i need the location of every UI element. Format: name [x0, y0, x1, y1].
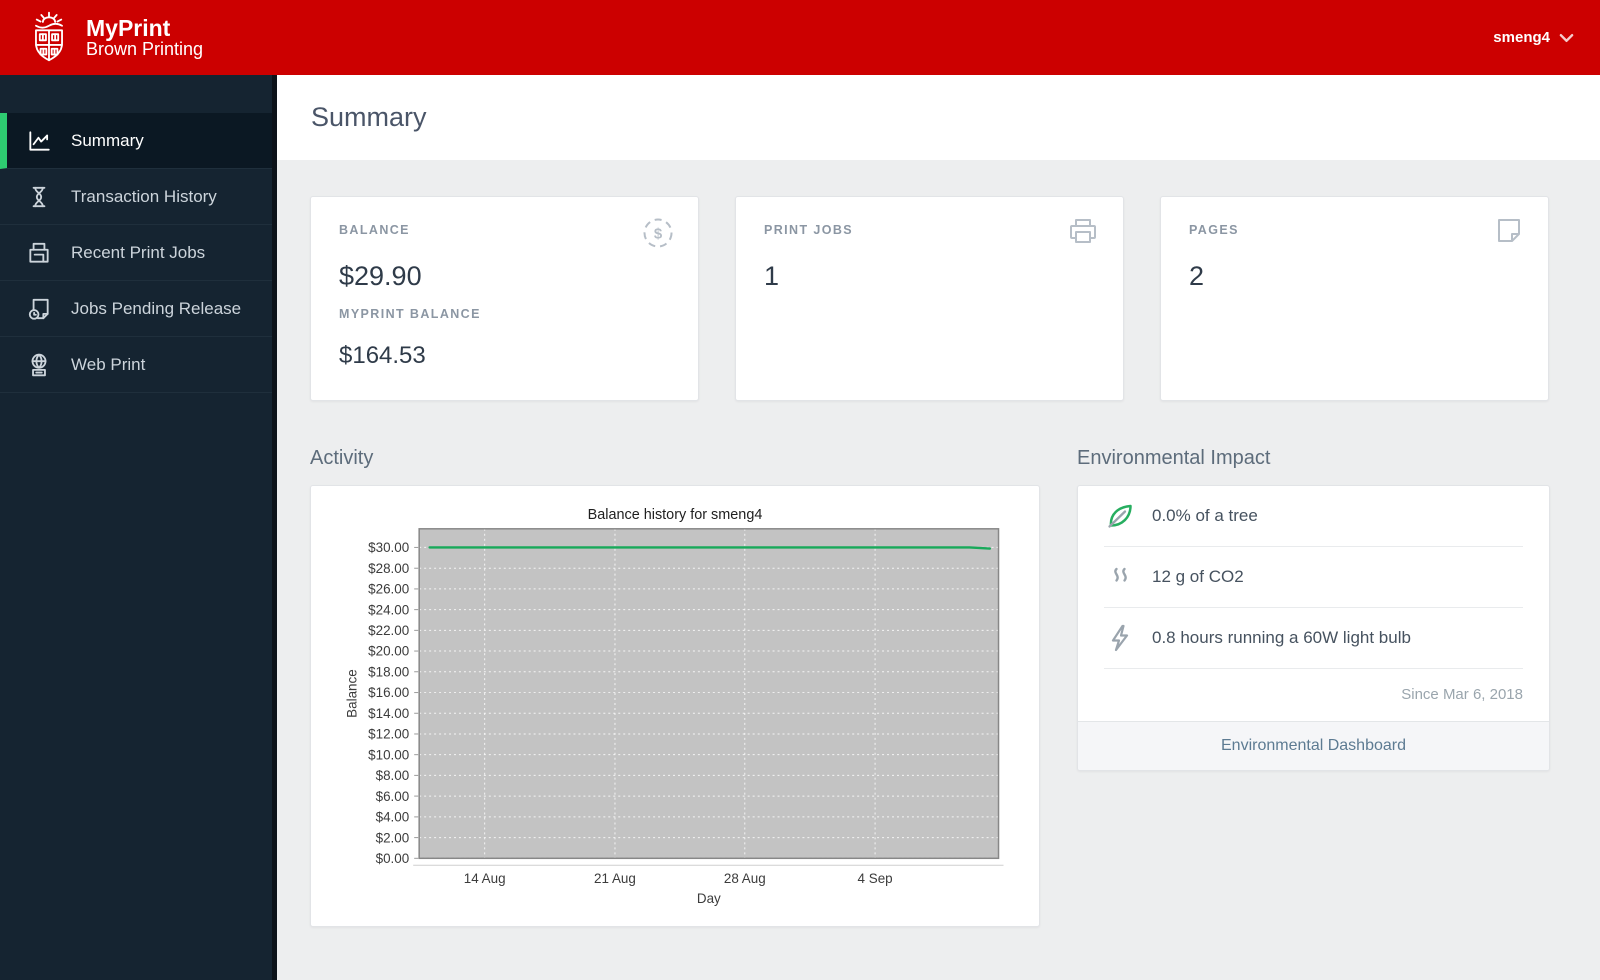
myprint-balance-value: $164.53	[339, 342, 426, 369]
hourglass-icon	[26, 184, 54, 210]
print-jobs-card: PRINT JOBS 1	[735, 196, 1124, 401]
dollar-circle-icon: $	[640, 215, 676, 256]
myprint-balance-label: MYPRINT BALANCE	[339, 307, 481, 321]
svg-text:$12.00: $12.00	[368, 727, 409, 742]
svg-text:$28.00: $28.00	[368, 561, 409, 576]
summary-cards-row: BALANCE $ $29.90 MYPRINT BALANCE $164.53…	[310, 196, 1600, 401]
sidebar-item-web-print[interactable]: Web Print	[0, 337, 272, 393]
sidebar-item-jobs-pending-release[interactable]: Jobs Pending Release	[0, 281, 272, 337]
print-jobs-label: PRINT JOBS	[764, 223, 854, 237]
pages-label: PAGES	[1189, 223, 1239, 237]
activity-column: Activity $0.00 $2.00 $4.00 $6.00 $8.00 $10.00…	[310, 401, 1040, 927]
environmental-dashboard-link[interactable]: Environmental Dashboard	[1221, 737, 1406, 754]
balance-card: BALANCE $ $29.90 MYPRINT BALANCE $164.53	[310, 196, 699, 401]
app-logo[interactable]: MyPrint Brown Printing	[26, 11, 203, 65]
sidebar-item-summary[interactable]: Summary	[0, 113, 272, 169]
svg-text:$16.00: $16.00	[368, 685, 409, 700]
svg-text:$8.00: $8.00	[376, 768, 410, 783]
co2-icon	[1104, 561, 1136, 593]
balance-value: $29.90	[339, 261, 422, 291]
environmental-dashboard-footer: Environmental Dashboard	[1078, 721, 1549, 770]
page-title: Summary	[311, 102, 427, 132]
svg-text:$20.00: $20.00	[368, 644, 409, 659]
main-content: Summary BALANCE $ $29.90 MYPRINT BALANCE…	[277, 75, 1600, 980]
pages-value: 2	[1189, 261, 1205, 291]
svg-text:14 Aug: 14 Aug	[464, 871, 506, 886]
svg-text:$4.00: $4.00	[376, 810, 410, 825]
environment-row: 12 g of CO2	[1104, 547, 1523, 608]
svg-text:Balance history for smeng4: Balance history for smeng4	[588, 507, 763, 523]
sidebar-item-label: Transaction History	[71, 186, 217, 206]
username: smeng4	[1493, 29, 1550, 46]
environmental-impact-card: 0.0% of a tree 12 g of CO2 0.8 hours runni…	[1077, 485, 1550, 771]
environment-row: 0.0% of a tree	[1104, 486, 1523, 547]
user-menu[interactable]: smeng4	[1493, 29, 1574, 46]
environment-row-text: 0.8 hours running a 60W light bulb	[1152, 628, 1411, 647]
titlebar: Summary	[277, 75, 1600, 160]
environment-rows: 0.0% of a tree 12 g of CO2 0.8 hours runni…	[1078, 486, 1549, 669]
leaf-icon	[1104, 500, 1136, 532]
environmental-impact-heading: Environmental Impact	[1077, 447, 1271, 469]
svg-text:28 Aug: 28 Aug	[724, 871, 766, 886]
sidebar-item-recent-print-jobs[interactable]: Recent Print Jobs	[0, 225, 272, 281]
svg-text:$24.00: $24.00	[368, 602, 409, 617]
chevron-down-icon	[1559, 33, 1574, 42]
brown-crest-icon	[35, 11, 63, 61]
app-header: MyPrint Brown Printing smeng4	[0, 0, 1600, 75]
sidebar: Summary Transaction History Recent Print J…	[0, 75, 277, 980]
activity-heading: Activity	[310, 447, 374, 469]
logo-text: MyPrint Brown Printing	[86, 16, 203, 59]
activity-chart-card: $0.00 $2.00 $4.00 $6.00 $8.00 $10.00 $12.00 $14…	[310, 485, 1040, 927]
balance-label: BALANCE	[339, 223, 410, 237]
svg-text:$22.00: $22.00	[368, 623, 409, 638]
svg-text:$0.00: $0.00	[376, 851, 410, 866]
svg-text:Balance: Balance	[344, 669, 359, 718]
app-subtitle: Brown Printing	[86, 39, 204, 60]
svg-text:$10.00: $10.00	[368, 747, 409, 762]
content-area: BALANCE $ $29.90 MYPRINT BALANCE $164.53…	[277, 160, 1600, 927]
svg-text:$30.00: $30.00	[368, 540, 409, 555]
environment-column: Environmental Impact 0.0% of a tree 12 g …	[1077, 401, 1550, 927]
svg-text:4 Sep: 4 Sep	[858, 871, 893, 886]
svg-text:21 Aug: 21 Aug	[594, 871, 636, 886]
printer-icon	[1065, 215, 1101, 252]
sidebar-item-label: Recent Print Jobs	[71, 242, 206, 262]
print-jobs-value: 1	[764, 261, 780, 291]
sidebar-nav: Summary Transaction History Recent Print J…	[0, 113, 272, 393]
since-date: Since Mar 6, 2018	[1401, 686, 1523, 703]
environment-row-text: 12 g of CO2	[1152, 567, 1244, 586]
line-chart-icon	[26, 128, 54, 154]
sidebar-item-label: Web Print	[71, 354, 146, 374]
svg-text:$6.00: $6.00	[376, 789, 410, 804]
sidebar-item-label: Summary	[71, 130, 144, 150]
sidebar-item-label: Jobs Pending Release	[71, 298, 242, 318]
app-title: MyPrint	[86, 14, 171, 41]
svg-text:$: $	[654, 226, 663, 243]
pages-card: PAGES 2	[1160, 196, 1549, 401]
environment-row: 0.8 hours running a 60W light bulb	[1104, 608, 1523, 669]
environment-row-text: 0.0% of a tree	[1152, 506, 1258, 525]
lower-columns: Activity $0.00 $2.00 $4.00 $6.00 $8.00 $10.00…	[310, 401, 1600, 927]
svg-text:$18.00: $18.00	[368, 664, 409, 679]
svg-text:$26.00: $26.00	[368, 582, 409, 597]
svg-text:Day: Day	[697, 891, 721, 906]
svg-text:$14.00: $14.00	[368, 706, 409, 721]
energy-bolt-icon	[1104, 622, 1136, 654]
svg-text:$2.00: $2.00	[376, 830, 410, 845]
balance-history-chart: $0.00 $2.00 $4.00 $6.00 $8.00 $10.00 $12.00 $14…	[344, 507, 1004, 906]
document-clock-icon	[26, 296, 54, 322]
sidebar-item-transaction-history[interactable]: Transaction History	[0, 169, 272, 225]
printer-tray-icon	[26, 240, 54, 266]
page-icon	[1492, 215, 1526, 254]
globe-printer-icon	[26, 352, 54, 378]
